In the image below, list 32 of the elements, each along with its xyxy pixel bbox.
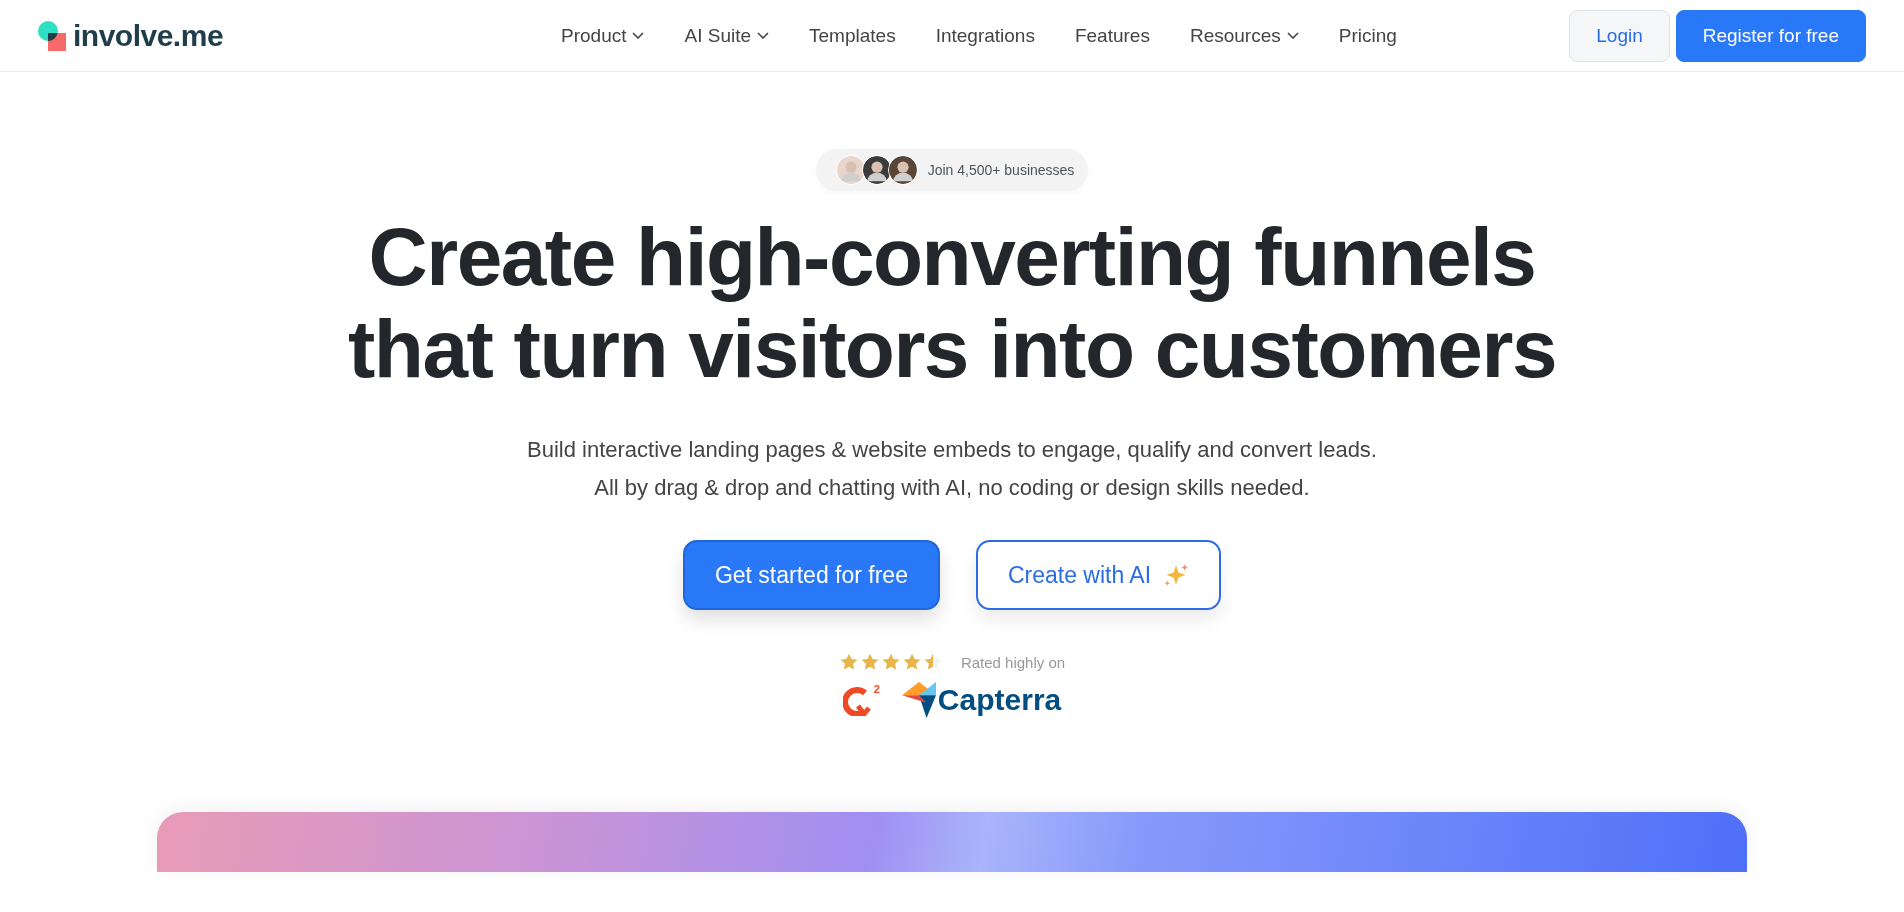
nav-link[interactable]: Product	[561, 24, 645, 47]
avatar-icon	[835, 155, 866, 185]
sparkles-icon	[1163, 563, 1190, 587]
star-icon	[880, 652, 901, 672]
g2-icon	[842, 684, 873, 716]
headline: Create high-converting funnels	[368, 211, 1536, 303]
nav-link[interactable]: AI Suite	[684, 24, 770, 47]
subtitle-text: Build interactive landing pages & website embeds to engage, qualify and convert leads.	[527, 436, 1377, 464]
register-button[interactable]: Register for free	[1675, 9, 1866, 62]
get-started-button[interactable]: Get started for free	[682, 540, 940, 610]
capterra-wordmark: Capterra	[937, 683, 1062, 717]
capterra-icon	[901, 682, 936, 718]
rating-label: Rated highly on	[960, 653, 1066, 671]
logo-icon	[37, 19, 67, 52]
star-icon	[859, 652, 880, 672]
star-icon	[901, 652, 922, 672]
create-with-ai-button[interactable]: Create with AI	[975, 540, 1222, 610]
login-button[interactable]: Login	[1569, 9, 1670, 62]
star-icon	[838, 652, 859, 672]
star-icon	[922, 652, 943, 672]
nav-link[interactable]: Templates	[809, 24, 896, 47]
avatar-icon	[861, 155, 892, 185]
subtitle-text: All by drag & drop and chatting with AI, no coding or design skills needed.	[594, 474, 1310, 502]
avatar-icon	[887, 155, 918, 185]
nav-link[interactable]: Pricing	[1338, 24, 1397, 47]
g2-superscript: 2	[873, 684, 880, 695]
badge-text: Join 4,500+ businesses	[927, 162, 1075, 178]
nav-link[interactable]: Resources	[1189, 24, 1299, 47]
nav-link[interactable]: Features	[1074, 24, 1150, 47]
nav-link[interactable]: Integrations	[935, 24, 1035, 47]
headline: that turn visitors into customers	[348, 303, 1556, 395]
logo-wordmark[interactable]: involve.me	[73, 18, 224, 53]
